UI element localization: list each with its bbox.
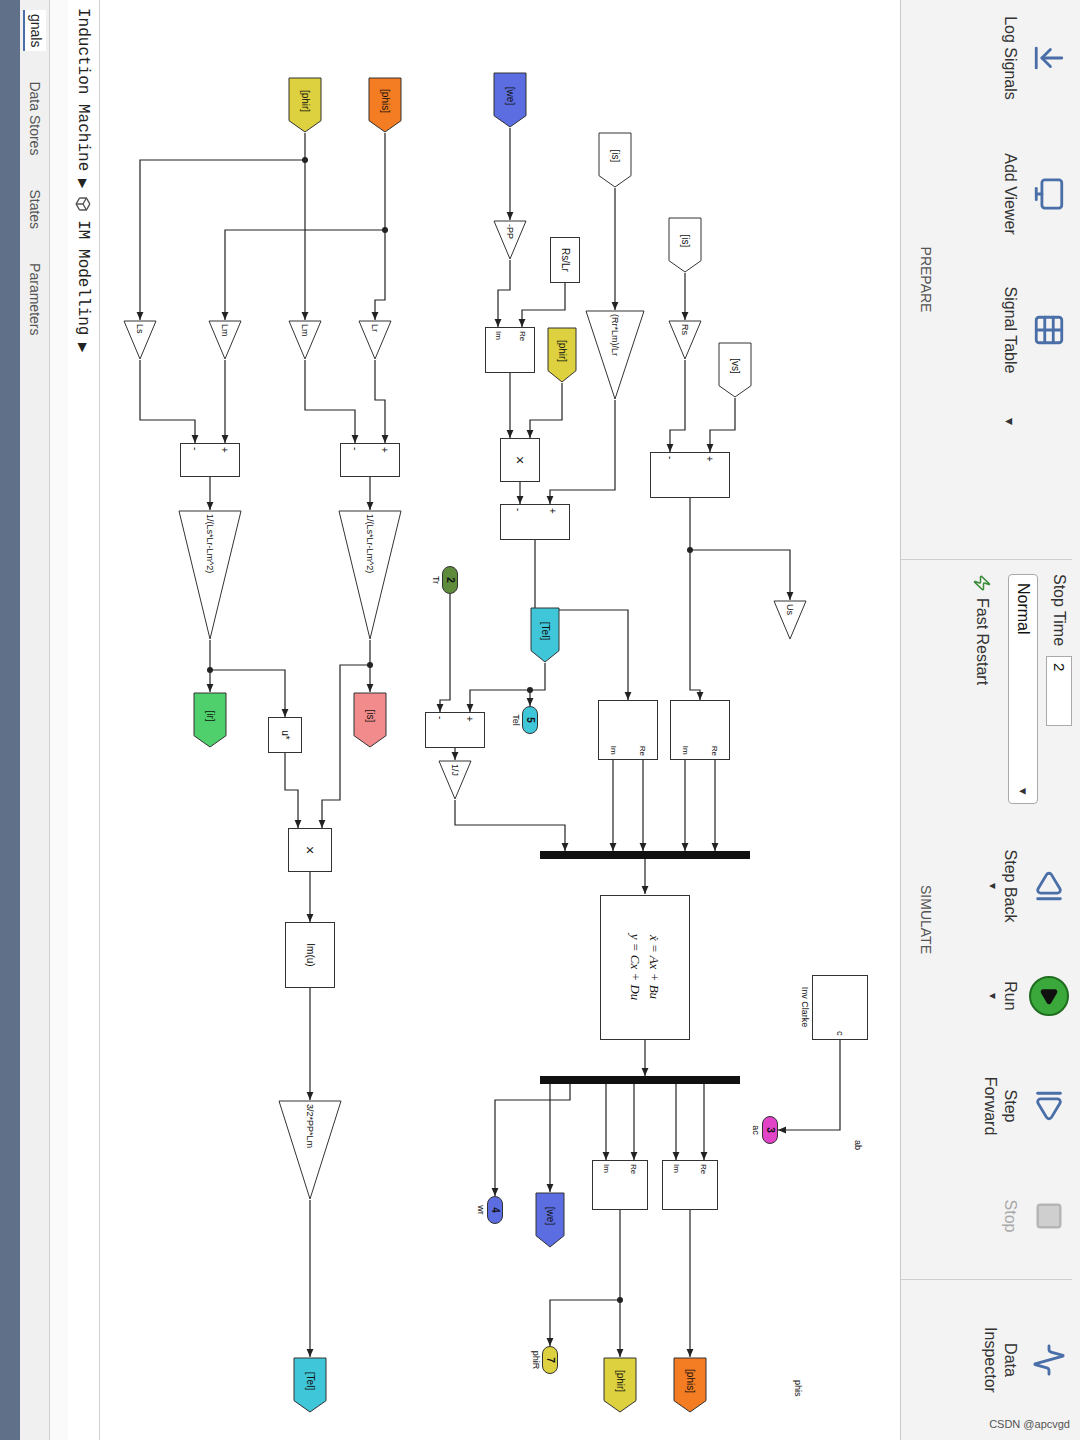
complex-to-real-imag-block[interactable]: ReIm	[598, 700, 658, 760]
log-signals-icon	[1032, 41, 1066, 75]
subsystem-block[interactable]: cInv Clarke	[812, 975, 868, 1040]
sum-block[interactable]: +-	[425, 712, 485, 748]
outport[interactable]: 3ac	[762, 1116, 778, 1144]
goto-block[interactable]: [is]	[353, 692, 387, 748]
real-imag-to-complex-block[interactable]: ReIm	[485, 327, 535, 373]
goto-block[interactable]: [phir]	[603, 1357, 637, 1413]
toolstrip-button[interactable]: Data Inspector	[980, 1312, 1072, 1408]
sum-block[interactable]: +-	[650, 452, 730, 498]
port-caption: wr	[476, 1205, 485, 1215]
editor-tab[interactable]: Data Stores	[24, 77, 45, 159]
editor-tabs: gnals Data Stores States Parameters	[20, 0, 50, 1440]
outport[interactable]: 5Tel	[522, 706, 538, 734]
function-block[interactable]: Rs/Lr	[550, 237, 580, 283]
from-block[interactable]: [phir]	[288, 77, 322, 133]
section-label: PREPARE	[901, 0, 936, 559]
real-imag-to-complex-block[interactable]: ReIm	[662, 1160, 718, 1210]
gain-block[interactable]: Us	[773, 600, 807, 640]
from-block[interactable]: [phis]	[368, 77, 402, 133]
stop-time-field[interactable]: 2	[1046, 656, 1072, 726]
gain-block[interactable]: Ls	[123, 320, 157, 360]
product-block[interactable]: ×	[288, 828, 332, 872]
toolstrip-button[interactable]: Log Signals	[1000, 10, 1072, 106]
from-block[interactable]: [we]	[493, 72, 527, 128]
gain-block[interactable]: 1/J	[438, 760, 472, 800]
screen: Log Signals Add Viewer Signal Table ▾ PREPAR…	[0, 0, 1080, 1440]
port-caption: Tel	[511, 714, 520, 726]
editor-tab[interactable]: States	[24, 185, 45, 233]
from-block[interactable]: [is]	[668, 217, 702, 273]
fast-restart-button[interactable]: Fast Restart	[970, 574, 994, 824]
subsystem-caption: Inv Clarke	[800, 987, 809, 1028]
from-block[interactable]: [Tel]	[530, 607, 560, 663]
subsystem-icon	[76, 196, 92, 212]
toolstrip-button[interactable]: Stop	[1000, 1168, 1072, 1264]
toolstrip: Log Signals Add Viewer Signal Table ▾ PREPAR…	[900, 0, 1080, 1440]
stop-time-label: Stop Time	[1047, 574, 1071, 646]
gain-block[interactable]: Lr	[358, 320, 392, 360]
gain-block[interactable]: (Rr*Lm)/Lr	[585, 310, 645, 400]
port-caption: phiR	[531, 1351, 540, 1370]
step-back-icon	[1032, 869, 1066, 903]
sum-block[interactable]: +-	[340, 443, 400, 477]
bus-bar[interactable]	[540, 1076, 740, 1084]
outport[interactable]: 4wr	[487, 1196, 503, 1224]
photo: Log Signals Add Viewer Signal Table ▾ PREPAR…	[0, 0, 1080, 1440]
signal-label: ab	[853, 1140, 862, 1150]
toolstrip-button[interactable]: Step Forward	[980, 1058, 1072, 1154]
breadcrumb-item[interactable]: Induction Machine	[72, 8, 96, 171]
toolstrip-button[interactable]: Add Viewer	[1000, 146, 1072, 242]
gain-block[interactable]: Rs	[668, 320, 702, 360]
gallery-expander[interactable]: ▾	[999, 418, 1020, 425]
state-space-block[interactable]: ẋ = Ax + Buy = Cx + Du	[600, 895, 690, 1040]
from-block[interactable]: [is]	[598, 132, 632, 188]
toolstrip-button[interactable]: Step Back▾	[985, 838, 1072, 934]
prepare-section: Log Signals Add Viewer Signal Table ▾ PREPAR…	[901, 0, 1072, 560]
toolstrip-button[interactable]: Signal Table	[1000, 282, 1072, 378]
from-block[interactable]: [vs]	[718, 342, 752, 398]
port-caption: ac	[751, 1125, 760, 1135]
review-section: Data Inspector	[901, 1280, 1072, 1440]
complex-to-real-imag-block[interactable]: ReIm	[670, 700, 730, 760]
gain-block[interactable]: 1/(Ls*Lr-Lm^2)	[178, 510, 242, 640]
from-block[interactable]: [phir]	[547, 327, 577, 383]
product-block[interactable]: ×	[500, 438, 540, 482]
signal-label: phis	[793, 1380, 802, 1397]
diagram-canvas[interactable]: [vs] [is] Rs +- [is] (Rr*Lm)/LrRs/Lr [phir] [we…	[100, 0, 900, 1440]
gain-block[interactable]: 3/2*PP*Lm	[278, 1100, 342, 1200]
simulate-section: Stop Time 2 Normal▾ Fast Restart Step Back▾ R…	[901, 560, 1072, 1280]
breadcrumb-item[interactable]: IM Modelling	[72, 220, 96, 335]
goto-block[interactable]: [Tel]	[293, 1357, 327, 1413]
mode-dropdown[interactable]: Normal▾	[1008, 574, 1038, 804]
gain-block[interactable]: -PP	[493, 220, 527, 260]
goto-block[interactable]: [ir]	[193, 692, 227, 748]
port-caption: Tr	[431, 576, 440, 584]
function-block[interactable]: Im(u)	[285, 922, 335, 988]
outport[interactable]: 7phiR	[542, 1346, 558, 1374]
viewer-icon	[1032, 177, 1066, 211]
section-label: SIMULATE	[901, 560, 936, 1279]
bus-bar[interactable]	[540, 851, 750, 859]
table-icon	[1032, 313, 1066, 347]
fast-restart-icon	[973, 574, 991, 592]
stop-icon	[1034, 1201, 1064, 1231]
toolstrip-button[interactable]: Run▾	[985, 948, 1072, 1044]
gain-block[interactable]: Lm	[288, 320, 322, 360]
inport[interactable]: 2Tr	[442, 566, 458, 594]
sum-block[interactable]: +-	[500, 504, 570, 540]
run-icon	[1029, 976, 1069, 1016]
goto-block[interactable]: [phis]	[673, 1357, 707, 1413]
gain-block[interactable]: Lm	[208, 320, 242, 360]
step-forward-icon	[1032, 1089, 1066, 1123]
data-inspector-icon	[1032, 1343, 1066, 1377]
goto-block[interactable]: [we]	[535, 1192, 565, 1248]
watermark: CSDN @apcvgd	[989, 1416, 1070, 1433]
gain-block[interactable]: 1/(Ls*Lr-Lm^2)	[338, 510, 402, 640]
sum-block[interactable]: +-	[180, 443, 240, 477]
real-imag-to-complex-block[interactable]: ReIm	[592, 1160, 648, 1210]
editor-tab[interactable]: Parameters	[24, 259, 45, 339]
breadcrumb: Induction Machine▶IM Modelling▶	[68, 0, 100, 1440]
editor-tab[interactable]: gnals	[23, 10, 46, 51]
function-block[interactable]: u*	[268, 717, 302, 753]
